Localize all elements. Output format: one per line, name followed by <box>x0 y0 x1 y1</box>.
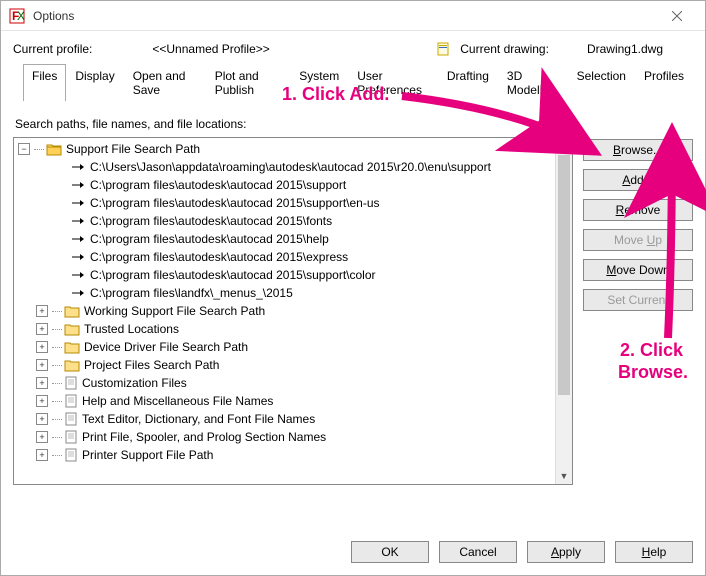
tree-item[interactable]: Trusted Locations <box>84 322 179 336</box>
svg-text:X: X <box>17 9 25 23</box>
tree-toggle[interactable]: − <box>18 143 30 155</box>
scroll-up-button[interactable]: ▲ <box>556 138 572 155</box>
document-icon <box>64 412 78 426</box>
dialog-content: Current profile: <<Unnamed Profile>> Cur… <box>1 31 705 529</box>
tree-item[interactable]: Working Support File Search Path <box>84 304 265 318</box>
tree-item[interactable]: Project Files Search Path <box>84 358 219 372</box>
tree-path-item[interactable]: C:\program files\autodesk\autocad 2015\h… <box>90 232 329 246</box>
tab-drafting[interactable]: Drafting <box>438 64 498 101</box>
tab-body-files: Search paths, file names, and file locat… <box>13 101 693 517</box>
tree-item-support-root[interactable]: Support File Search Path <box>66 142 200 156</box>
titlebar: FX Options <box>1 1 705 31</box>
ok-button[interactable]: OK <box>351 541 429 563</box>
tab-user-preferences[interactable]: User Preferences <box>348 64 438 101</box>
tree-item[interactable]: Text Editor, Dictionary, and Font File N… <box>82 412 315 426</box>
tab-display[interactable]: Display <box>66 64 123 101</box>
browse-button[interactable]: Browse... <box>583 139 693 161</box>
folder-icon <box>64 358 80 372</box>
tab-profiles[interactable]: Profiles <box>635 64 693 101</box>
profile-row: Current profile: <<Unnamed Profile>> Cur… <box>13 41 693 57</box>
path-arrow-icon <box>70 215 86 227</box>
move-up-button: Move Up <box>583 229 693 251</box>
tree-path-item[interactable]: C:\program files\autodesk\autocad 2015\f… <box>90 214 332 228</box>
path-arrow-icon <box>70 197 86 209</box>
set-current-button: Set Current <box>583 289 693 311</box>
scroll-thumb[interactable] <box>558 155 570 395</box>
tree-item[interactable]: Print File, Spooler, and Prolog Section … <box>82 430 326 444</box>
apply-button[interactable]: Apply <box>527 541 605 563</box>
tree-item[interactable]: Printer Support File Path <box>82 448 213 462</box>
profile-label: Current profile: <box>13 42 92 56</box>
document-icon <box>64 376 78 390</box>
document-icon <box>64 430 78 444</box>
folder-icon <box>64 322 80 336</box>
folder-icon <box>64 340 80 354</box>
tree-path-item[interactable]: C:\program files\autodesk\autocad 2015\e… <box>90 250 348 264</box>
tree-item[interactable]: Device Driver File Search Path <box>84 340 248 354</box>
tree-toggle[interactable]: + <box>36 341 48 353</box>
drawing-icon <box>436 41 452 57</box>
tree-item[interactable]: Help and Miscellaneous File Names <box>82 394 273 408</box>
tree-path-item[interactable]: C:\Users\Jason\appdata\roaming\autodesk\… <box>90 160 491 174</box>
vertical-scrollbar[interactable]: ▲ ▼ <box>555 138 572 484</box>
drawing-value: Drawing1.dwg <box>587 42 663 56</box>
tab-system[interactable]: System <box>290 64 348 101</box>
help-button[interactable]: Help <box>615 541 693 563</box>
tree-path-item[interactable]: C:\program files\autodesk\autocad 2015\s… <box>90 268 376 282</box>
tree-toggle[interactable]: + <box>36 449 48 461</box>
cancel-button[interactable]: Cancel <box>439 541 517 563</box>
search-paths-label: Search paths, file names, and file locat… <box>15 117 693 131</box>
tree-toggle[interactable]: + <box>36 305 48 317</box>
move-down-button[interactable]: Move Down <box>583 259 693 281</box>
tab-files[interactable]: Files <box>23 64 66 101</box>
tree-item[interactable]: Customization Files <box>82 376 187 390</box>
tree-toggle[interactable]: + <box>36 431 48 443</box>
tab-3d-modeling[interactable]: 3D Modeling <box>498 64 568 101</box>
options-dialog: FX Options Current profile: <<Unnamed Pr… <box>0 0 706 576</box>
path-arrow-icon <box>70 269 86 281</box>
tree-path-item[interactable]: C:\program files\autodesk\autocad 2015\s… <box>90 178 346 192</box>
tree-toggle[interactable]: + <box>36 359 48 371</box>
document-icon <box>64 394 78 408</box>
path-arrow-icon <box>70 233 86 245</box>
tree-toggle[interactable]: + <box>36 323 48 335</box>
tree-toggle[interactable]: + <box>36 413 48 425</box>
tree-path-item[interactable]: C:\program files\autodesk\autocad 2015\s… <box>90 196 380 210</box>
scroll-down-button[interactable]: ▼ <box>556 467 572 484</box>
drawing-label: Current drawing: <box>460 42 549 56</box>
tree-view[interactable]: − Support File Search Path C:\Users\Jason\… <box>13 137 573 485</box>
folder-icon <box>64 304 80 318</box>
close-button[interactable] <box>657 2 697 30</box>
tree-path-item[interactable]: C:\program files\landfx\_menus_\2015 <box>90 286 293 300</box>
tab-strip: FilesDisplayOpen and SavePlot and Publis… <box>23 63 693 101</box>
tree-toggle[interactable]: + <box>36 377 48 389</box>
document-icon <box>64 448 78 462</box>
tab-open-and-save[interactable]: Open and Save <box>124 64 206 101</box>
dialog-button-row: OK Cancel Apply Help <box>1 529 705 575</box>
tab-selection[interactable]: Selection <box>568 64 635 101</box>
window-title: Options <box>33 9 657 23</box>
add-button[interactable]: Add... <box>583 169 693 191</box>
side-button-panel: Browse... Add... Remove Move Up Move Dow… <box>583 137 693 485</box>
path-arrow-icon <box>70 287 86 299</box>
path-arrow-icon <box>70 179 86 191</box>
app-icon: FX <box>9 8 25 24</box>
tab-plot-and-publish[interactable]: Plot and Publish <box>206 64 291 101</box>
profile-value: <<Unnamed Profile>> <box>152 42 269 56</box>
folder-icon <box>46 142 62 156</box>
tree-toggle[interactable]: + <box>36 395 48 407</box>
remove-button[interactable]: Remove <box>583 199 693 221</box>
path-arrow-icon <box>70 251 86 263</box>
path-arrow-icon <box>70 161 86 173</box>
